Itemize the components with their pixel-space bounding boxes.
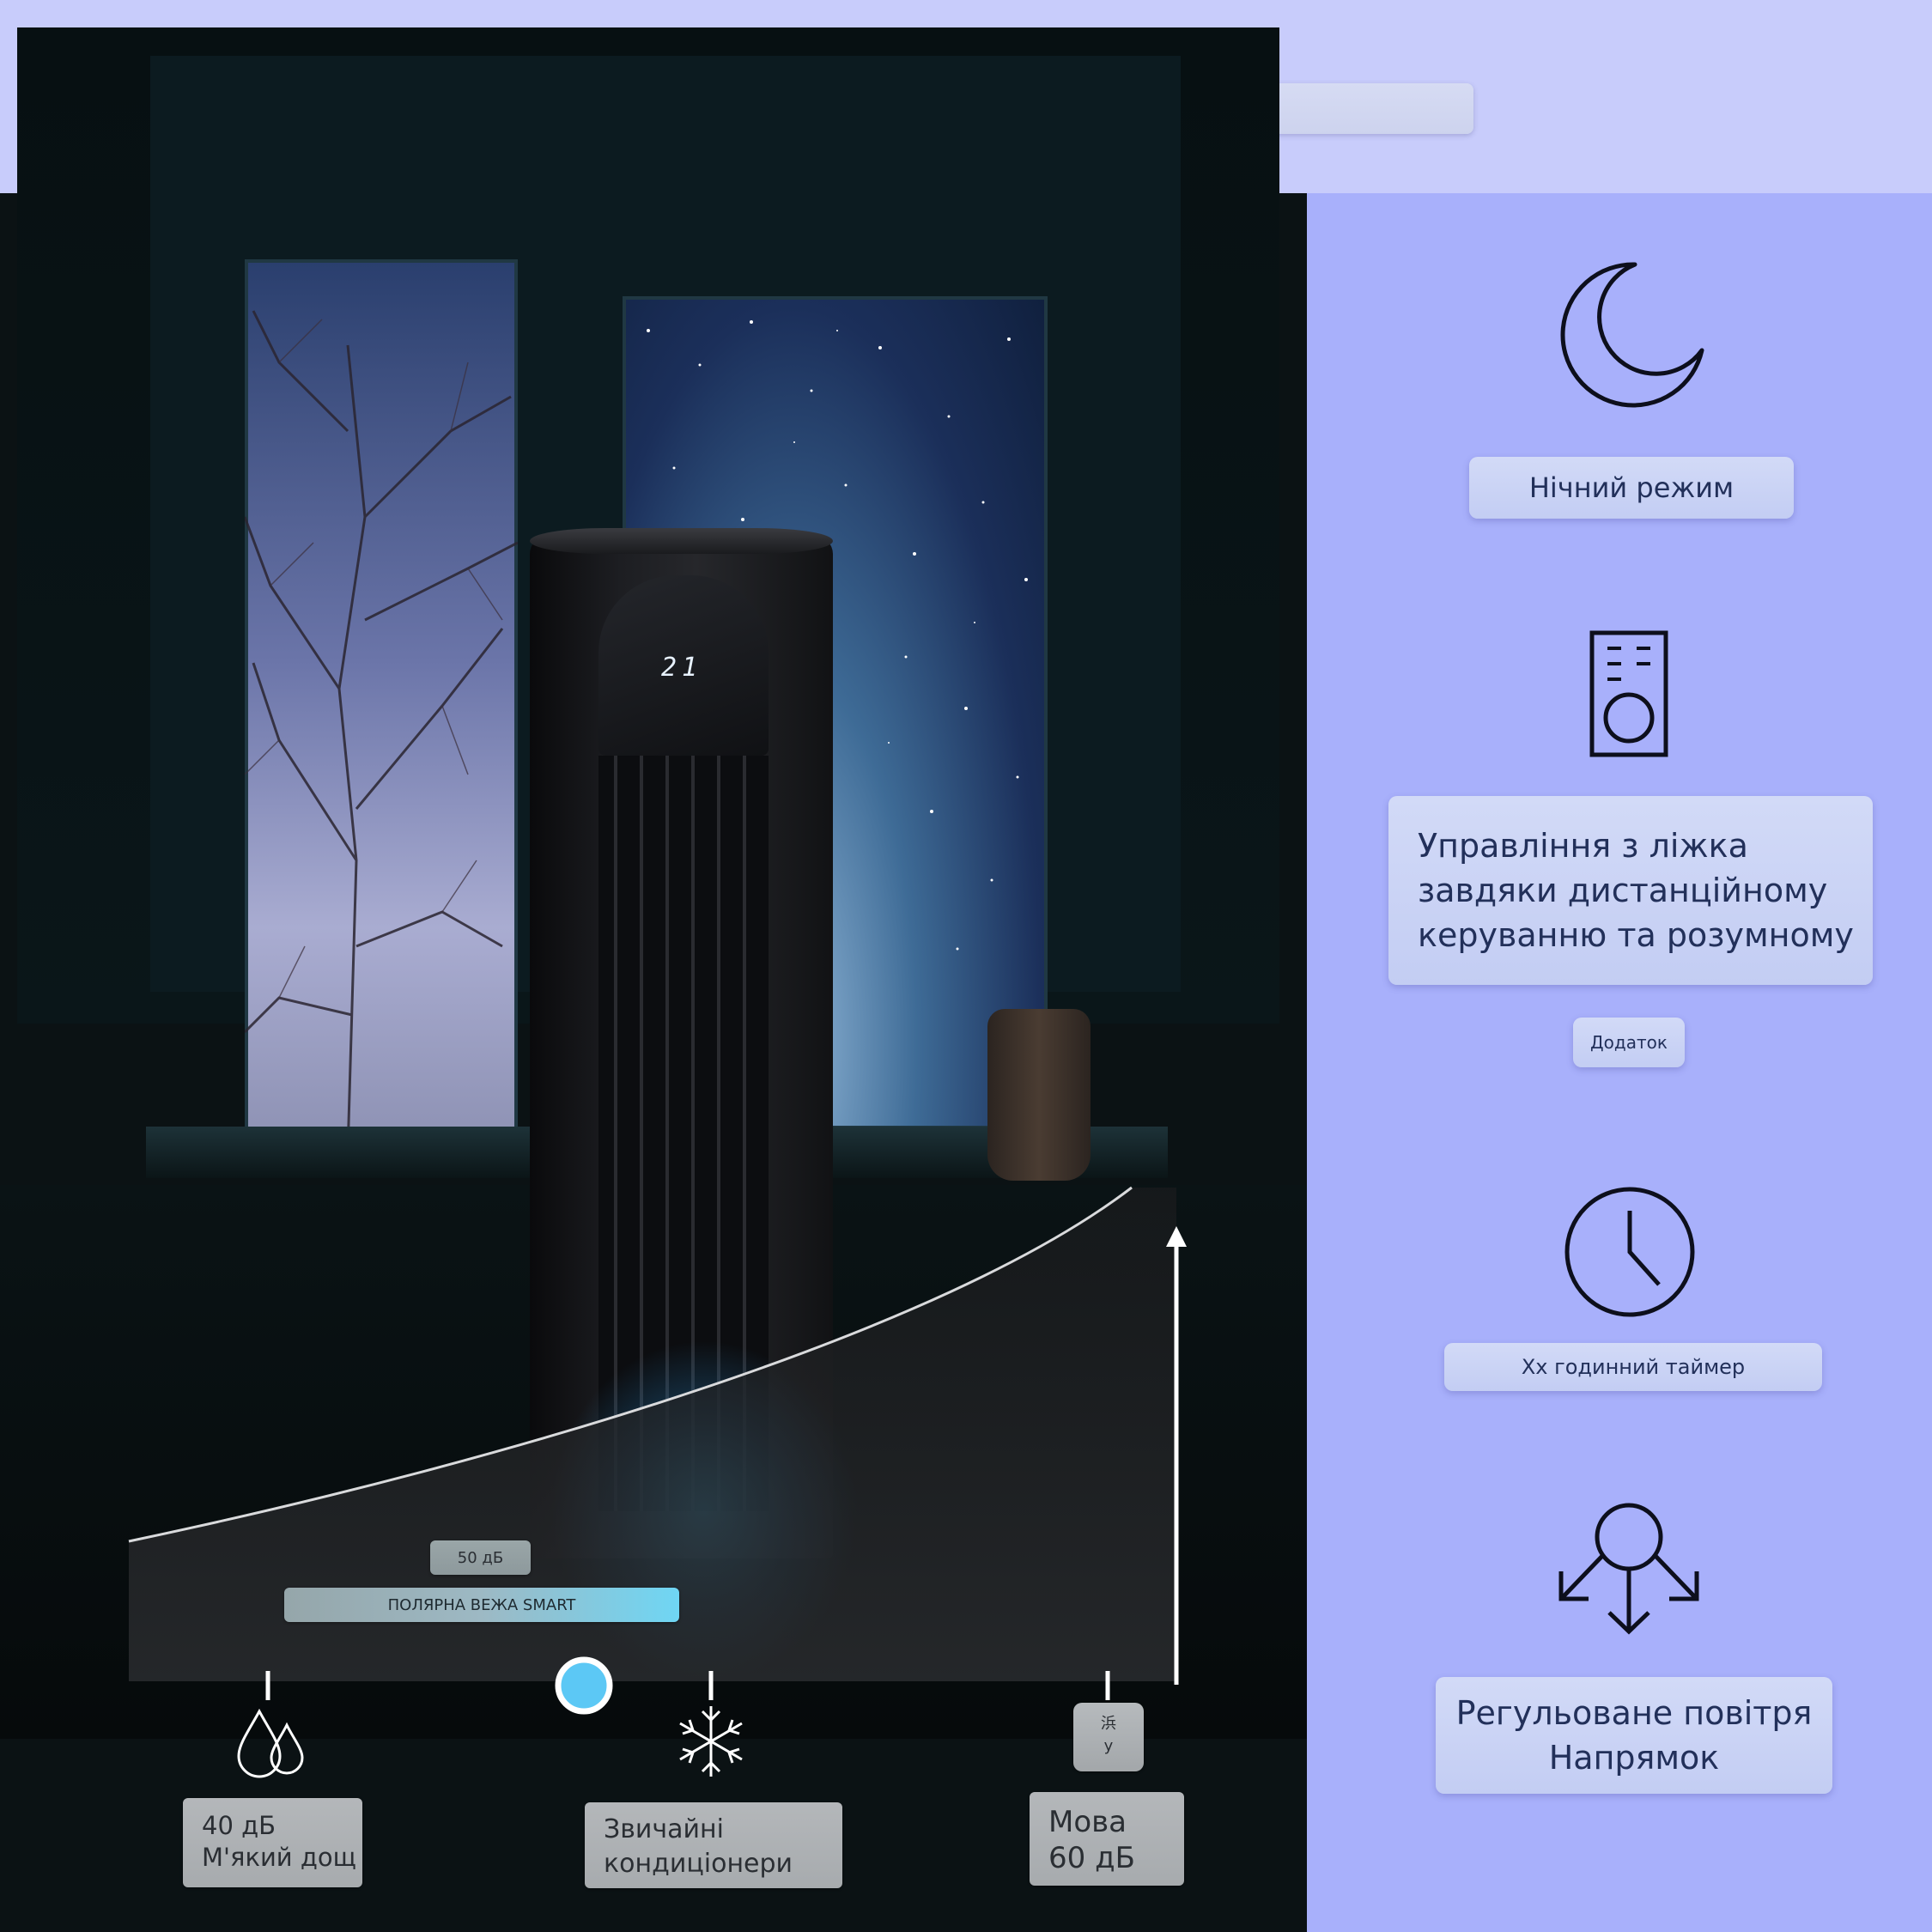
noise-point-ac-line2: кондиціонери: [604, 1849, 793, 1879]
noise-point-ac-line1: Звичайні: [604, 1814, 724, 1844]
feature-night-mode: Нічний режим: [1469, 457, 1794, 519]
noise-point-air-conditioner: Звичайні кондиціонери: [585, 1802, 842, 1888]
feature-bed-control: Управління з ліжка завдяки дистанційному…: [1388, 796, 1873, 985]
noise-marker-smart: [555, 1656, 613, 1715]
feature-air-direction: Регульоване повітря Напрямок: [1436, 1677, 1832, 1794]
noise-point-rain-label: М'який дощ: [202, 1843, 356, 1872]
snowflake-icon: [679, 1706, 743, 1777]
remote-control-icon: [1589, 630, 1668, 757]
air-direction-icon: [1558, 1503, 1699, 1635]
feature-bed-control-line3: керуванню та розумному: [1418, 916, 1854, 954]
feature-air-direction-line2: Напрямок: [1548, 1739, 1720, 1777]
noise-marker-product: ПОЛЯРНА ВЕЖА SMART: [284, 1588, 679, 1622]
noise-point-rain-value: 40 дБ: [202, 1811, 276, 1840]
feature-app-badge: Додаток: [1573, 1018, 1685, 1067]
noise-level-graph: [128, 1186, 1187, 1715]
noise-marker-label: 50 дБ: [430, 1540, 531, 1575]
feature-timer: Xx годинний таймер: [1444, 1343, 1822, 1391]
water-drops-icon: [237, 1708, 304, 1778]
language-glyph-line1: 浜: [1101, 1715, 1116, 1733]
noise-point-rain: 40 дБ М'який дощ: [183, 1798, 362, 1887]
language-icon: 浜 у: [1073, 1703, 1144, 1771]
feature-bed-control-line2: завдяки дистанційному: [1418, 872, 1828, 909]
feature-air-direction-line1: Регульоване повітря: [1455, 1694, 1813, 1732]
feature-bed-control-line1: Управління з ліжка: [1418, 827, 1748, 865]
noise-point-speech-value: 60 дБ: [1048, 1841, 1135, 1875]
moon-icon: [1560, 262, 1704, 408]
noise-point-speech: Мова 60 дБ: [1030, 1792, 1184, 1886]
noise-point-speech-label: Мова: [1048, 1805, 1127, 1839]
language-glyph-line2: у: [1103, 1737, 1114, 1755]
clock-icon: [1564, 1187, 1695, 1317]
